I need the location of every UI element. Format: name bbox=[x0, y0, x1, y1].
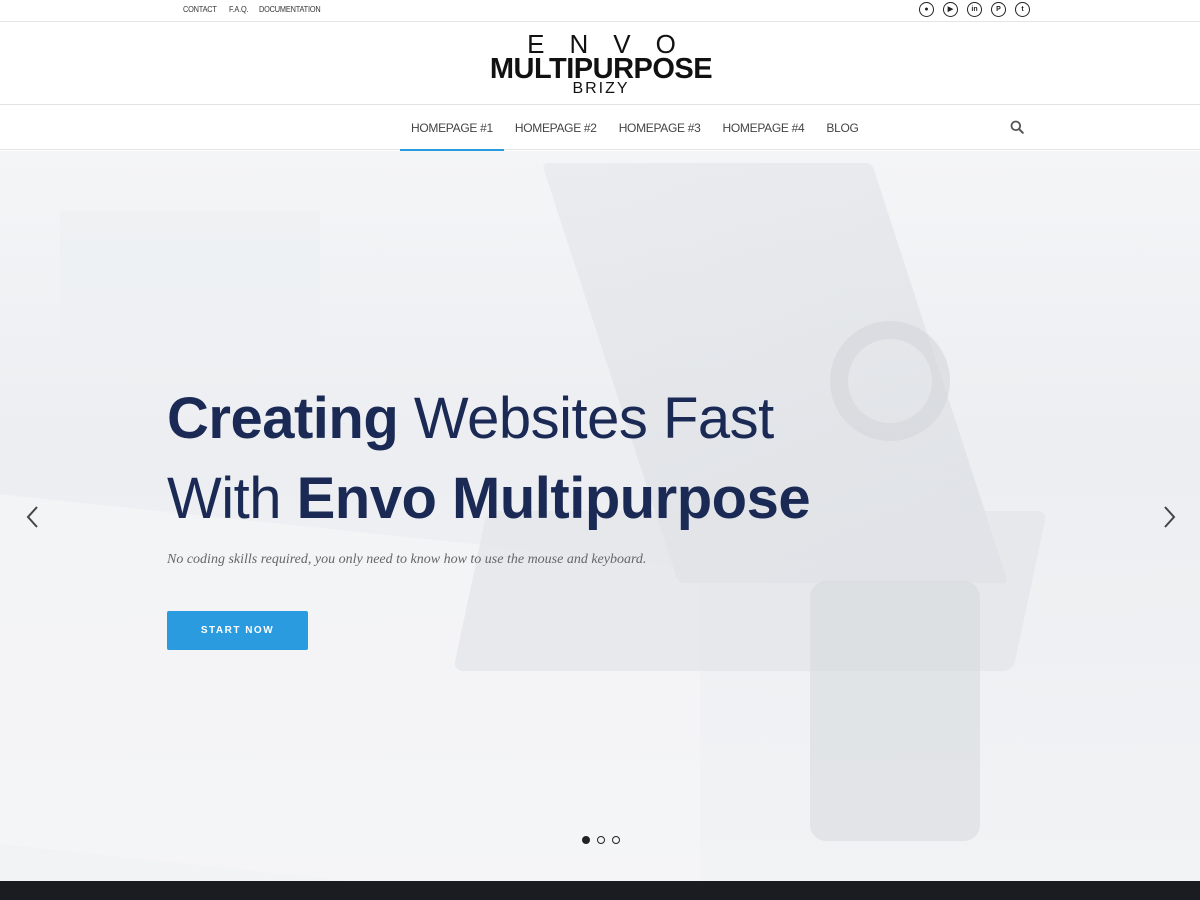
slider-dots bbox=[582, 836, 620, 844]
slider-dot-2[interactable] bbox=[597, 836, 605, 844]
nav-menu: HOMEPAGE #1 HOMEPAGE #2 HOMEPAGE #3 HOME… bbox=[400, 106, 870, 151]
footer-strip bbox=[0, 881, 1200, 900]
youtube-icon[interactable]: ▶ bbox=[943, 2, 958, 17]
nav-item-homepage-2[interactable]: HOMEPAGE #2 bbox=[504, 106, 608, 150]
top-bar: CONTACT F.A.Q. DOCUMENTATION ● ▶ in P t bbox=[0, 0, 1200, 22]
start-now-button[interactable]: START NOW bbox=[167, 611, 308, 650]
nav-item-homepage-3[interactable]: HOMEPAGE #3 bbox=[608, 106, 712, 150]
search-icon[interactable] bbox=[1010, 120, 1024, 134]
hero-subtext: No coding skills required, you only need… bbox=[167, 552, 647, 567]
social-icons: ● ▶ in P t bbox=[919, 2, 1030, 17]
slider-dot-1[interactable] bbox=[582, 836, 590, 844]
nav-item-homepage-4[interactable]: HOMEPAGE #4 bbox=[712, 106, 816, 150]
headline-bold-2: Envo Multipurpose bbox=[296, 466, 811, 531]
headline-thin-2: With bbox=[167, 466, 297, 531]
headline-thin-1: Websites Fast bbox=[398, 386, 774, 451]
headline-bold-1: Creating bbox=[167, 386, 399, 451]
twitter-icon[interactable]: t bbox=[1015, 2, 1030, 17]
logo-area: ENVO MULTIPURPOSE BRIZY bbox=[0, 22, 1200, 105]
hero-slider: Creating Websites Fast With Envo Multipu… bbox=[0, 151, 1200, 881]
contact-link[interactable]: CONTACT bbox=[183, 5, 217, 14]
top-links: CONTACT F.A.Q. DOCUMENTATION bbox=[183, 5, 326, 14]
main-nav: HOMEPAGE #1 HOMEPAGE #2 HOMEPAGE #3 HOME… bbox=[0, 106, 1200, 151]
faq-link[interactable]: F.A.Q. bbox=[229, 5, 249, 14]
logo-line-multipurpose: MULTIPURPOSE bbox=[489, 53, 713, 85]
nav-item-homepage-1[interactable]: HOMEPAGE #1 bbox=[400, 106, 504, 151]
hero-headline: Creating Websites Fast With Envo Multipu… bbox=[167, 379, 967, 539]
reddit-icon[interactable]: ● bbox=[919, 2, 934, 17]
hero-bg-cup bbox=[810, 581, 980, 841]
site-logo[interactable]: ENVO MULTIPURPOSE BRIZY bbox=[470, 31, 732, 97]
linkedin-icon[interactable]: in bbox=[967, 2, 982, 17]
headline-line-1: Creating Websites Fast bbox=[167, 379, 967, 459]
chevron-left-icon[interactable] bbox=[22, 503, 44, 531]
headline-line-2: With Envo Multipurpose bbox=[167, 459, 967, 539]
hero-bg-shape bbox=[60, 211, 320, 351]
documentation-link[interactable]: DOCUMENTATION bbox=[259, 5, 321, 14]
slider-dot-3[interactable] bbox=[612, 836, 620, 844]
chevron-right-icon[interactable] bbox=[1158, 503, 1180, 531]
nav-item-blog[interactable]: BLOG bbox=[815, 106, 869, 150]
pinterest-icon[interactable]: P bbox=[991, 2, 1006, 17]
